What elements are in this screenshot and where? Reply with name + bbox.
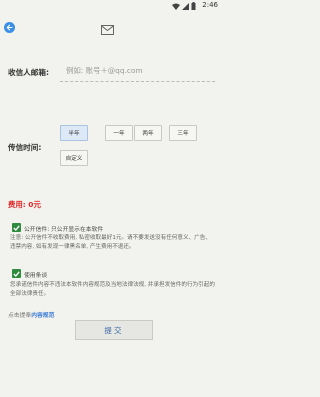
arrow-left-icon [6,24,13,31]
recipient-label: 收信人邮箱: [8,68,50,77]
status-time: 2:46 [202,1,218,9]
legal-terms-checkbox[interactable] [12,269,21,278]
check-icon [13,224,20,231]
public-letter-label: 公开信件: 只公开显示在本软件 [24,227,104,233]
signal-icon [182,2,189,10]
battery-icon [191,2,196,10]
option-custom[interactable]: 自定义 [60,150,88,166]
content-rules-link[interactable]: 内容规范 [31,313,54,319]
legal-terms-notice: 您承诺信件内容不违法本软件内容规范及当地法律法规, 并承担发信件的行为引起的全部… [10,282,215,298]
recipient-email-input[interactable] [60,60,215,82]
status-bar: 2:46 [0,0,222,12]
wifi-icon [172,3,180,10]
option-one-year[interactable]: 一年 [105,125,133,141]
agreement-prefix: 点击提奉 [8,313,32,319]
send-time-label: 传信时间: [8,143,42,152]
option-two-years[interactable]: 两年 [134,125,162,141]
mail-icon [101,20,114,39]
legal-terms-label: 使用条谈 [24,273,48,279]
fee-text: 费用: 0元 [8,200,41,209]
agreement-line: 点击提奉内容规范 [8,310,54,319]
check-icon [13,270,20,277]
back-button[interactable] [4,22,15,33]
public-letter-notice: 注意: 公开信件不收取费用, 私密收取最好1元。请不要发送没有任何意义、广告、违… [10,235,211,251]
status-icons [172,2,196,10]
submit-button[interactable]: 提交 [75,320,153,340]
public-letter-checkbox[interactable] [12,223,21,232]
option-three-years[interactable]: 三年 [169,125,197,141]
option-half-year[interactable]: 半年 [60,125,88,141]
